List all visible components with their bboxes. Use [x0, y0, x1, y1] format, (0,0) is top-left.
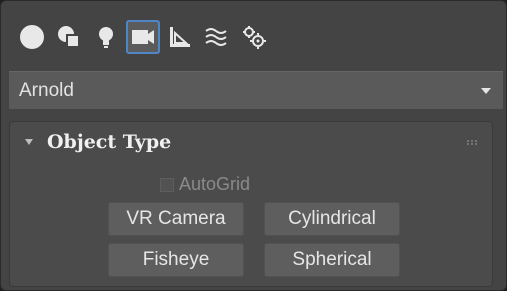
autogrid-option: AutoGrid [160, 174, 250, 195]
spherical-button[interactable]: Spherical [264, 243, 400, 277]
tab-systems[interactable] [237, 20, 271, 54]
tab-cameras[interactable] [126, 20, 160, 54]
shapes-icon [58, 26, 80, 48]
tab-lights[interactable] [89, 20, 123, 54]
command-panel: Arnold Object Type AutoGrid VR Camera Cy… [0, 0, 507, 291]
tab-helpers[interactable] [163, 20, 197, 54]
sphere-icon [20, 25, 44, 49]
cylindrical-button[interactable]: Cylindrical [264, 202, 400, 236]
command-panel-tabs [15, 17, 274, 57]
tab-space-warps[interactable] [200, 20, 234, 54]
vr-camera-button[interactable]: VR Camera [108, 202, 244, 236]
renderer-dropdown[interactable]: Arnold [9, 71, 503, 109]
tab-create[interactable] [15, 20, 49, 54]
lightbulb-icon [99, 27, 113, 48]
ruler-icon [170, 27, 190, 47]
waves-icon [205, 28, 227, 46]
fisheye-button[interactable]: Fisheye [108, 243, 244, 277]
dropdown-selected-value: Arnold [19, 79, 74, 101]
object-type-rollout: Object Type AutoGrid VR Camera Cylindric… [9, 121, 493, 287]
autogrid-label: AutoGrid [179, 174, 251, 194]
rollout-header[interactable]: Object Type [10, 122, 492, 162]
tab-modify[interactable] [52, 20, 86, 54]
camera-icon [132, 30, 154, 44]
drag-grip-icon[interactable] [467, 139, 478, 145]
autogrid-checkbox [160, 177, 174, 192]
chevron-down-icon [481, 87, 491, 94]
collapse-arrow-icon [25, 139, 33, 145]
gears-icon [243, 26, 266, 49]
rollout-title: Object Type [47, 131, 172, 153]
